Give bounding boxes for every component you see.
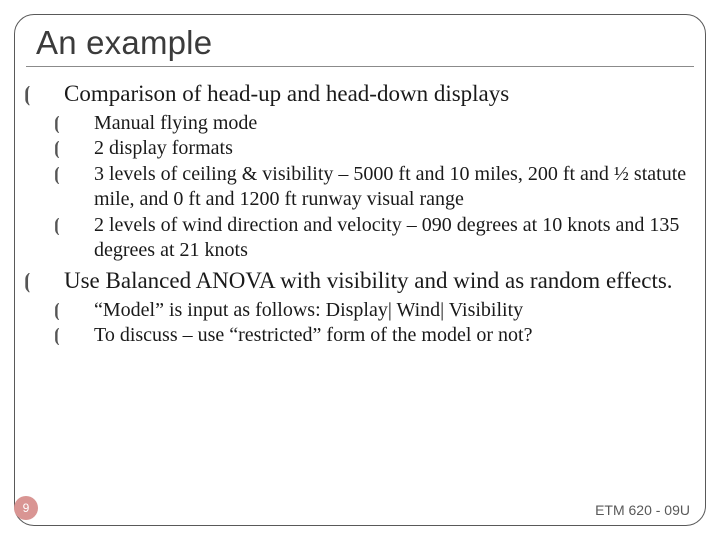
footer-text: ETM 620 - 09U xyxy=(595,502,690,518)
bullet-text: 2 display formats xyxy=(94,137,233,159)
bullet-icon: ⦗ xyxy=(44,269,64,296)
bullet-level2: ⦗3 levels of ceiling & visibility – 5000… xyxy=(74,162,690,213)
page-number-badge: 9 xyxy=(14,496,38,520)
slide-title: An example xyxy=(36,24,694,62)
bullet-level2: ⦗2 display formats xyxy=(74,136,690,162)
bullet-icon: ⦗ xyxy=(74,299,94,322)
bullet-level2: ⦗To discuss – use “restricted” form of t… xyxy=(74,323,690,349)
bullet-level1: ⦗Comparison of head-up and head-down dis… xyxy=(44,79,690,109)
bullet-level2: ⦗“Model” is input as follows: Display| W… xyxy=(74,298,690,324)
bullet-icon: ⦗ xyxy=(74,112,94,135)
bullet-icon: ⦗ xyxy=(44,82,64,109)
bullet-text: Manual flying mode xyxy=(94,112,257,134)
bullet-icon: ⦗ xyxy=(74,163,94,186)
bullet-level2: ⦗Manual flying mode xyxy=(74,111,690,137)
bullet-text: Comparison of head-up and head-down disp… xyxy=(64,81,509,106)
bullet-icon: ⦗ xyxy=(74,324,94,347)
bullet-level1: ⦗Use Balanced ANOVA with visibility and … xyxy=(44,266,690,296)
bullet-level2: ⦗2 levels of wind direction and velocity… xyxy=(74,213,690,264)
slide: An example ⦗Comparison of head-up and he… xyxy=(0,0,720,540)
bullet-icon: ⦗ xyxy=(74,214,94,237)
page-number: 9 xyxy=(23,501,30,515)
bullet-text: To discuss – use “restricted” form of th… xyxy=(94,324,532,346)
slide-body: ⦗Comparison of head-up and head-down dis… xyxy=(26,79,694,349)
bullet-icon: ⦗ xyxy=(74,137,94,160)
title-divider xyxy=(26,66,694,67)
bullet-text: 3 levels of ceiling & visibility – 5000 … xyxy=(94,163,686,211)
bullet-text: Use Balanced ANOVA with visibility and w… xyxy=(64,268,673,293)
bullet-text: 2 levels of wind direction and velocity … xyxy=(94,214,679,262)
bullet-text: “Model” is input as follows: Display| Wi… xyxy=(94,299,523,321)
